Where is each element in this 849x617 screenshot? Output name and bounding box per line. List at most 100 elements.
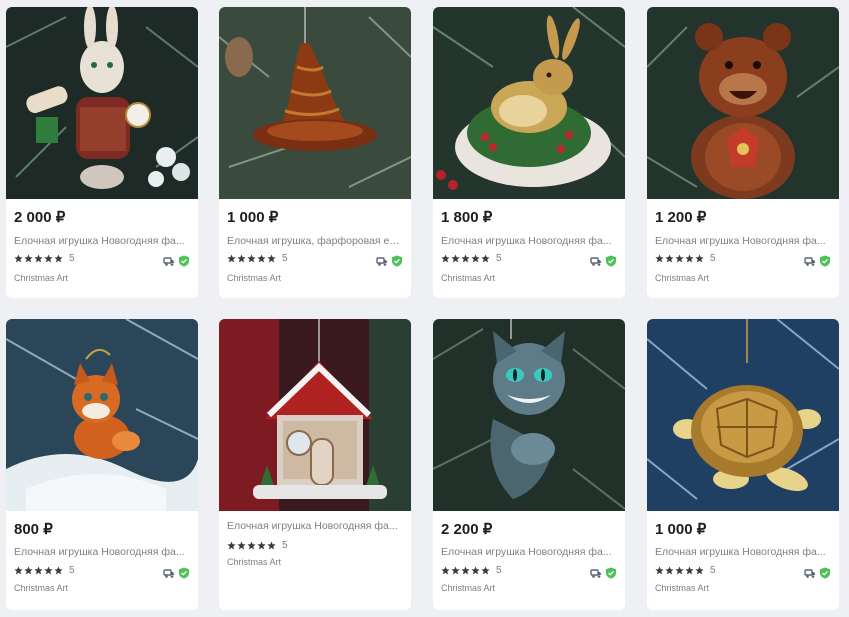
product-price: 1 200 ₽ xyxy=(655,209,707,226)
seller-name[interactable]: Christmas Art xyxy=(441,273,495,283)
shield-check-icon xyxy=(820,255,830,267)
house-ornament-image xyxy=(219,319,411,511)
product-card[interactable]: 2 200 ₽ Елочная игрушка Новогодняя фа...… xyxy=(433,319,625,610)
star-icon xyxy=(471,253,480,262)
star-icon xyxy=(44,253,53,262)
seller-name[interactable]: Christmas Art xyxy=(441,583,495,593)
shield-check-icon xyxy=(606,255,616,267)
star-icon xyxy=(24,253,33,262)
rating-stars xyxy=(227,540,276,550)
product-rating: 5 xyxy=(227,252,288,264)
seller-name[interactable]: Christmas Art xyxy=(655,583,709,593)
rating-stars xyxy=(655,253,704,263)
product-title[interactable]: Елочная игрушка, фарфоровая ел... xyxy=(227,235,403,247)
delivery-icon xyxy=(376,257,387,266)
star-icon xyxy=(655,565,664,574)
star-icon xyxy=(44,565,53,574)
seller-name[interactable]: Christmas Art xyxy=(655,273,709,283)
product-image[interactable] xyxy=(219,7,411,199)
star-icon xyxy=(54,253,63,262)
star-icon xyxy=(655,253,664,262)
product-price: 1 800 ₽ xyxy=(441,209,493,226)
product-image[interactable] xyxy=(219,319,411,511)
product-rating: 5 xyxy=(441,252,502,264)
product-title[interactable]: Елочная игрушка Новогодняя фа... xyxy=(14,546,190,558)
product-image[interactable] xyxy=(433,7,625,199)
product-card[interactable]: Елочная игрушка Новогодняя фа... 5 Chris… xyxy=(219,319,411,610)
product-badges xyxy=(163,567,190,579)
product-card[interactable]: 800 ₽ Елочная игрушка Новогодняя фа... 5… xyxy=(6,319,198,610)
product-card[interactable]: 1 200 ₽ Елочная игрушка Новогодняя фа...… xyxy=(647,7,839,298)
seller-name[interactable]: Christmas Art xyxy=(14,583,68,593)
star-icon xyxy=(441,253,450,262)
star-icon xyxy=(257,253,266,262)
product-badges xyxy=(590,255,617,267)
shield-check-icon xyxy=(820,567,830,579)
star-icon xyxy=(267,253,276,262)
product-badges xyxy=(163,255,190,267)
product-badges xyxy=(804,567,831,579)
shield-check-icon xyxy=(179,567,189,579)
product-badges xyxy=(590,567,617,579)
seller-name[interactable]: Christmas Art xyxy=(227,557,281,567)
rating-stars xyxy=(14,565,63,575)
product-title[interactable]: Елочная игрушка Новогодняя фа... xyxy=(655,235,831,247)
star-icon xyxy=(451,565,460,574)
product-grid: 2 000 ₽ Елочная игрушка Новогодняя фа...… xyxy=(0,0,849,617)
star-icon xyxy=(24,565,33,574)
star-icon xyxy=(34,253,43,262)
product-image[interactable] xyxy=(433,319,625,511)
product-card[interactable]: 1 000 ₽ Елочная игрушка Новогодняя фа...… xyxy=(647,319,839,610)
rating-value: 5 xyxy=(710,252,716,264)
product-rating: 5 xyxy=(227,539,288,551)
product-price: 1 000 ₽ xyxy=(227,209,279,226)
star-icon xyxy=(267,540,276,549)
delivery-icon xyxy=(163,257,174,266)
star-icon xyxy=(665,253,674,262)
seller-name[interactable]: Christmas Art xyxy=(227,273,281,283)
product-title[interactable]: Елочная игрушка Новогодняя фа... xyxy=(14,235,190,247)
product-title[interactable]: Елочная игрушка Новогодняя фа... xyxy=(441,546,617,558)
star-icon xyxy=(471,565,480,574)
product-rating: 5 xyxy=(14,252,75,264)
star-icon xyxy=(237,540,246,549)
rating-stars xyxy=(14,253,63,263)
star-icon xyxy=(675,565,684,574)
product-card[interactable]: 2 000 ₽ Елочная игрушка Новогодняя фа...… xyxy=(6,7,198,298)
product-image[interactable] xyxy=(6,7,198,199)
star-icon xyxy=(695,253,704,262)
fox-ornament-image xyxy=(6,319,198,511)
product-title[interactable]: Елочная игрушка Новогодняя фа... xyxy=(655,546,831,558)
product-title[interactable]: Елочная игрушка Новогодняя фа... xyxy=(441,235,617,247)
seller-name[interactable]: Christmas Art xyxy=(14,273,68,283)
rating-value: 5 xyxy=(496,564,502,576)
star-icon xyxy=(675,253,684,262)
shield-check-icon xyxy=(179,255,189,267)
star-icon xyxy=(451,253,460,262)
delivery-icon xyxy=(590,569,601,578)
product-image[interactable] xyxy=(647,319,839,511)
product-price: 2 200 ₽ xyxy=(441,521,493,538)
shield-check-icon xyxy=(606,567,616,579)
rating-stars xyxy=(227,253,276,263)
delivery-icon xyxy=(163,569,174,578)
rating-value: 5 xyxy=(282,539,288,551)
product-image[interactable] xyxy=(647,7,839,199)
product-image[interactable] xyxy=(6,319,198,511)
star-icon xyxy=(34,565,43,574)
star-icon xyxy=(685,253,694,262)
star-icon xyxy=(481,565,490,574)
product-rating: 5 xyxy=(655,564,716,576)
star-icon xyxy=(461,253,470,262)
delivery-icon xyxy=(804,569,815,578)
product-title[interactable]: Елочная игрушка Новогодняя фа... xyxy=(227,520,403,532)
star-icon xyxy=(685,565,694,574)
star-icon xyxy=(665,565,674,574)
product-price: 2 000 ₽ xyxy=(14,209,66,226)
product-card[interactable]: 1 800 ₽ Елочная игрушка Новогодняя фа...… xyxy=(433,7,625,298)
delivery-icon xyxy=(590,257,601,266)
product-card[interactable]: 1 000 ₽ Елочная игрушка, фарфоровая ел..… xyxy=(219,7,411,298)
star-icon xyxy=(441,565,450,574)
rating-value: 5 xyxy=(69,252,75,264)
star-icon xyxy=(14,253,23,262)
